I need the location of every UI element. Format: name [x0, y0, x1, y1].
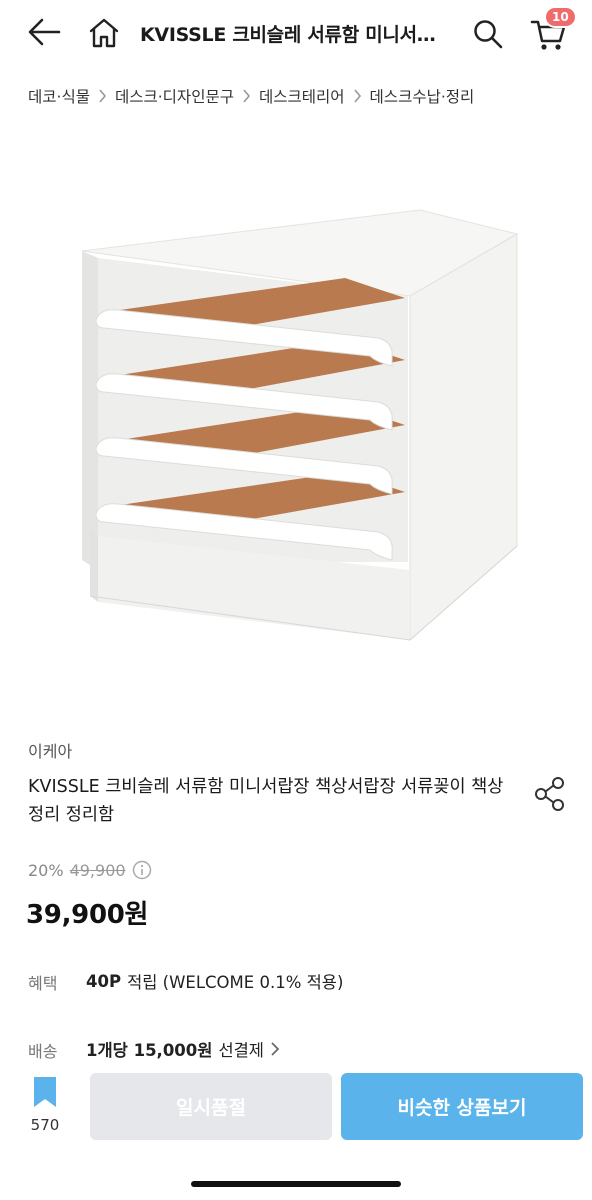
bottom-action-bar: 570 일시품절 비슷한 상품보기 [0, 1062, 592, 1200]
shipping-label: 배송 [28, 1042, 58, 1061]
chevron-right-icon [270, 1041, 280, 1057]
home-indicator [191, 1181, 401, 1187]
chevron-right-icon [242, 89, 251, 103]
back-button[interactable] [22, 12, 66, 52]
share-icon [535, 777, 564, 811]
product-image[interactable] [0, 150, 592, 710]
soldout-button: 일시품절 [90, 1073, 332, 1140]
benefit-label: 혜택 [28, 974, 58, 993]
breadcrumb-item[interactable]: 데코·식물 [28, 85, 90, 107]
discount-rate: 20% [28, 860, 64, 880]
search-icon [474, 20, 503, 49]
sale-price: 39,900원 [26, 900, 149, 930]
breadcrumb-item[interactable]: 데스크수납·정리 [370, 85, 475, 107]
benefit-text: 적립 (WELCOME 0.1% 적용) [127, 973, 344, 992]
wishlist-count: 570 [30, 1116, 60, 1134]
top-app-bar: KVISSLE 크비슬레 서류함 미니서랍장 책상서랍장 10 [0, 0, 592, 66]
chevron-right-icon [98, 89, 107, 103]
home-icon [89, 18, 119, 48]
search-button[interactable] [466, 12, 510, 56]
share-button[interactable] [528, 772, 572, 816]
benefit-points: 40P [86, 971, 122, 991]
page-title: KVISSLE 크비슬레 서류함 미니서랍장 책상서랍장 [140, 24, 452, 46]
price-row: 20% 49,900 [28, 860, 152, 880]
shipping-method: 선결제 [218, 1041, 264, 1060]
info-icon[interactable] [132, 860, 152, 880]
similar-products-button[interactable]: 비슷한 상품보기 [341, 1073, 583, 1140]
original-price: 49,900 [69, 860, 126, 880]
brand-name[interactable]: 이케아 [28, 738, 72, 762]
home-button[interactable] [82, 12, 126, 54]
bookmark-icon [34, 1077, 56, 1107]
breadcrumb-item[interactable]: 데스크테리어 [259, 85, 345, 107]
cart-count-badge: 10 [544, 6, 577, 28]
shipping-fee: 1개당 15,000원 [86, 1041, 213, 1060]
chevron-right-icon [353, 89, 362, 103]
breadcrumb: 데코·식물 데스크·디자인문구 데스크테리어 데스크수납·정리 [28, 84, 474, 108]
wishlist-button[interactable]: 570 [20, 1076, 70, 1146]
product-title: KVISSLE 크비슬레 서류함 미니서랍장 책상서랍장 서류꽂이 책상정리 정… [28, 777, 504, 825]
benefit-value: 40P 적립 (WELCOME 0.1% 적용) [86, 969, 343, 993]
arrow-left-icon [28, 18, 61, 46]
breadcrumb-item[interactable]: 데스크·디자인문구 [115, 85, 234, 107]
shipping-value[interactable]: 1개당 15,000원 선결제 [86, 1037, 280, 1061]
